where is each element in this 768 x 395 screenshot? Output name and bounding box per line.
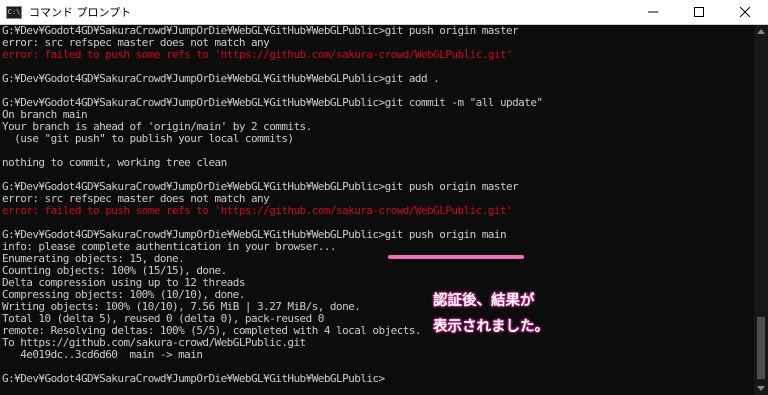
scroll-up-arrow-icon[interactable] <box>757 29 765 34</box>
console-line: remote: Resolving deltas: 100% (5/5), co… <box>2 325 422 337</box>
console-line: 4e019dc..3cd6d60 main -> main <box>2 349 203 361</box>
maximize-button[interactable] <box>676 0 722 24</box>
console-output[interactable]: G:¥Dev¥Godot4GD¥SakuraCrowd¥JumpOrDie¥We… <box>0 25 754 395</box>
console-line: G:¥Dev¥Godot4GD¥SakuraCrowd¥JumpOrDie¥We… <box>2 181 519 193</box>
console-line: error: src refspec master does not match… <box>2 193 270 205</box>
console-line: Counting objects: 100% (15/15), done. <box>2 265 227 277</box>
vertical-scrollbar[interactable] <box>754 25 768 395</box>
console-line: Compressing objects: 100% (10/10), done. <box>2 289 245 301</box>
minimize-icon <box>648 11 658 13</box>
close-button[interactable] <box>722 0 768 24</box>
console-line: Total 10 (delta 5), reused 0 (delta 0), … <box>2 313 324 325</box>
console-line: nothing to commit, working tree clean <box>2 157 227 169</box>
console-line: To https://github.com/sakura-crowd/WebGL… <box>2 337 306 349</box>
console-line: Enumerating objects: 15, done. <box>2 253 185 265</box>
close-icon <box>740 7 750 17</box>
window-title: コマンド プロンプト <box>29 6 132 19</box>
command-highlight-underline <box>388 255 524 259</box>
console-error-line: error: failed to push some refs to 'http… <box>2 205 513 217</box>
console-line: G:¥Dev¥Godot4GD¥SakuraCrowd¥JumpOrDie¥We… <box>2 97 543 109</box>
minimize-button[interactable] <box>630 0 676 24</box>
console-line: Delta compression using up to 12 threads <box>2 277 245 289</box>
command-prompt-icon[interactable]: C:\ <box>6 5 22 19</box>
console-line: G:¥Dev¥Godot4GD¥SakuraCrowd¥JumpOrDie¥We… <box>2 229 507 241</box>
console-line: Your branch is ahead of 'origin/main' by… <box>2 121 312 133</box>
console-line: error: src refspec master does not match… <box>2 37 270 49</box>
scroll-down-arrow-icon[interactable] <box>757 386 765 391</box>
console-line: info: please complete authentication in … <box>2 241 337 253</box>
window-controls <box>630 0 768 24</box>
console-line: G:¥Dev¥Godot4GD¥SakuraCrowd¥JumpOrDie¥We… <box>2 373 385 385</box>
console-line: G:¥Dev¥Godot4GD¥SakuraCrowd¥JumpOrDie¥We… <box>2 25 519 37</box>
maximize-icon <box>694 7 704 17</box>
console-error-line: error: failed to push some refs to 'http… <box>2 49 513 61</box>
annotation-text: 認証後、結果が 表示されました。 <box>433 293 549 335</box>
scroll-thumb[interactable] <box>757 317 765 379</box>
console-line: G:¥Dev¥Godot4GD¥SakuraCrowd¥JumpOrDie¥We… <box>2 73 440 85</box>
console-line: On branch main <box>2 109 88 121</box>
console-line: Writing objects: 100% (10/10), 7.56 MiB … <box>2 301 361 313</box>
console-line: (use "git push" to publish your local co… <box>2 133 294 145</box>
title-bar[interactable]: C:\ コマンド プロンプト <box>0 0 768 25</box>
